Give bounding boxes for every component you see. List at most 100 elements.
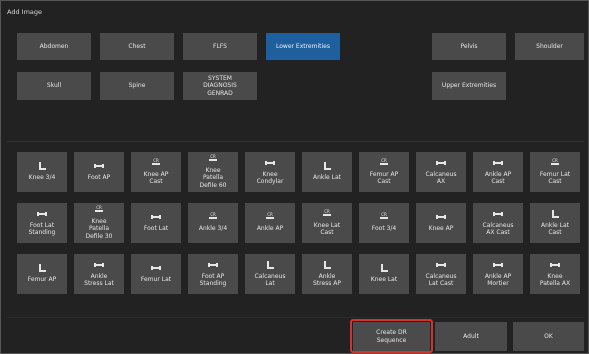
view-button[interactable]: Knee Patella AX bbox=[530, 254, 580, 294]
view-label: Knee AP bbox=[428, 225, 454, 233]
view-button[interactable]: Ankle Lat Cast bbox=[530, 203, 580, 243]
cr-cassette-icon: CR bbox=[551, 157, 559, 165]
view-button[interactable]: Knee Condylar bbox=[245, 152, 295, 192]
view-label: Calcaneus Lat bbox=[254, 272, 286, 287]
lateral-icon bbox=[35, 264, 49, 274]
lateral-icon bbox=[548, 209, 562, 220]
adult-button[interactable]: Adult bbox=[435, 322, 507, 351]
lateral-icon bbox=[320, 162, 334, 172]
table-icon bbox=[491, 261, 505, 271]
category-button-lower-extremities[interactable]: Lower Extremities bbox=[266, 33, 340, 60]
lateral-icon bbox=[35, 162, 49, 172]
lateral-icon bbox=[320, 260, 334, 271]
cr-cassette-icon: CR bbox=[380, 157, 388, 165]
view-button[interactable]: CR Knee Patella Defile 30 bbox=[74, 203, 124, 243]
view-label: Knee 3/4 bbox=[28, 174, 56, 182]
category-button-chest[interactable]: Chest bbox=[100, 33, 174, 60]
view-label: Calcaneus Lat Cast bbox=[425, 272, 457, 287]
view-button[interactable]: Ankle AP Cast bbox=[473, 152, 523, 192]
view-button[interactable]: CR Femur Lat Cast bbox=[530, 152, 580, 192]
view-button[interactable]: Foot AP bbox=[74, 152, 124, 192]
view-label: Knee Lat bbox=[370, 276, 398, 284]
cr-cassette-icon: CR bbox=[380, 212, 388, 220]
table-icon bbox=[263, 159, 277, 169]
view-button[interactable]: Knee AP bbox=[416, 203, 466, 243]
view-label: Femur AP bbox=[27, 276, 57, 284]
table-icon bbox=[491, 159, 505, 169]
view-label: Calcaneus AX bbox=[425, 170, 457, 185]
view-label: Femur Lat bbox=[140, 276, 172, 284]
view-button[interactable]: Femur Lat bbox=[131, 254, 181, 294]
view-button[interactable]: Ankle Lat bbox=[302, 152, 352, 192]
view-label: Ankle AP bbox=[256, 225, 284, 233]
table-icon bbox=[491, 210, 505, 220]
category-button-skull[interactable]: Skull bbox=[17, 72, 91, 100]
table-icon bbox=[434, 261, 448, 271]
footer-divider bbox=[7, 317, 584, 318]
view-label: Ankle AP Mortier bbox=[484, 272, 512, 287]
cr-cassette-icon: CR bbox=[266, 212, 274, 220]
view-label: Femur AP Cast bbox=[369, 170, 399, 185]
view-button[interactable]: CR Knee Patella Defile 60 bbox=[188, 152, 238, 192]
category-button-spine[interactable]: Spine bbox=[100, 72, 174, 100]
view-label: Foot AP Standing bbox=[199, 272, 227, 287]
view-button[interactable]: Foot Lat bbox=[131, 203, 181, 243]
table-icon bbox=[149, 264, 163, 274]
cr-cassette-icon: CR bbox=[95, 205, 103, 213]
view-label: Ankle Stress Lat bbox=[84, 272, 114, 287]
view-label: Ankle 3/4 bbox=[198, 225, 228, 233]
category-button-system-diagnosis-genrad[interactable]: SYSTEM DIAGNOSIS GENRAD bbox=[183, 72, 257, 100]
cr-cassette-icon: CR bbox=[209, 154, 217, 162]
view-button[interactable]: Knee Lat bbox=[359, 254, 409, 294]
view-button[interactable]: CR Ankle 3/4 bbox=[188, 203, 238, 243]
view-button[interactable]: Calcaneus Lat Cast bbox=[416, 254, 466, 294]
cr-cassette-icon: CR bbox=[152, 157, 160, 165]
table-icon bbox=[548, 261, 562, 271]
category-button-upper-extremities[interactable]: Upper Extremities bbox=[432, 72, 506, 100]
table-icon bbox=[434, 213, 448, 223]
view-label: Calcaneus AX Cast bbox=[482, 221, 514, 236]
view-button[interactable]: Femur AP bbox=[17, 254, 67, 294]
view-button[interactable]: Ankle Stress Lat bbox=[74, 254, 124, 294]
view-label: Ankle Lat Cast bbox=[540, 221, 570, 236]
view-label: Ankle Lat bbox=[312, 174, 342, 182]
category-button-flfs[interactable]: FLFS bbox=[183, 33, 257, 60]
table-icon bbox=[206, 261, 220, 271]
category-button-abdomen[interactable]: Abdomen bbox=[17, 33, 91, 60]
view-button[interactable]: Calcaneus AX Cast bbox=[473, 203, 523, 243]
table-icon bbox=[434, 159, 448, 169]
table-icon bbox=[149, 213, 163, 223]
view-label: Femur Lat Cast bbox=[539, 170, 571, 185]
view-label: Knee Patella AX bbox=[539, 272, 571, 287]
cr-cassette-icon: CR bbox=[323, 208, 331, 216]
view-button[interactable]: Calcaneus Lat bbox=[245, 254, 295, 294]
view-label: Foot Lat bbox=[143, 225, 169, 233]
table-icon bbox=[92, 261, 106, 271]
view-button[interactable]: CR Femur AP Cast bbox=[359, 152, 409, 192]
category-button-pelvis[interactable]: Pelvis bbox=[432, 33, 506, 60]
lateral-icon bbox=[263, 260, 277, 271]
view-button[interactable]: CR Foot 3/4 bbox=[359, 203, 409, 243]
view-button[interactable]: CR Ankle AP bbox=[245, 203, 295, 243]
cr-cassette-icon: CR bbox=[209, 212, 217, 220]
view-button[interactable]: CR Knee Lat Cast bbox=[302, 203, 352, 243]
create-dr-sequence-highlight bbox=[350, 319, 433, 353]
view-label: Knee Condylar bbox=[256, 170, 284, 185]
view-label: Knee Patella Defile 30 bbox=[85, 218, 113, 240]
view-button[interactable]: Ankle Stress AP bbox=[302, 254, 352, 294]
dialog-title: Add Image bbox=[7, 8, 43, 16]
view-button[interactable]: CR Knee AP Cast bbox=[131, 152, 181, 192]
view-button[interactable]: Foot Lat Standing bbox=[17, 203, 67, 243]
view-button[interactable]: Knee 3/4 bbox=[17, 152, 67, 192]
view-button[interactable]: Calcaneus AX bbox=[416, 152, 466, 192]
view-label: Ankle AP Cast bbox=[484, 170, 512, 185]
category-button-shoulder[interactable]: Shoulder bbox=[515, 33, 584, 60]
view-button[interactable]: Ankle AP Mortier bbox=[473, 254, 523, 294]
ok-button[interactable]: OK bbox=[513, 322, 584, 351]
view-label: Foot 3/4 bbox=[371, 225, 397, 233]
table-icon bbox=[92, 162, 106, 172]
view-label: Knee Patella Defile 60 bbox=[199, 167, 227, 189]
view-label: Knee Lat Cast bbox=[313, 221, 341, 236]
view-button[interactable]: Foot AP Standing bbox=[188, 254, 238, 294]
view-label: Foot Lat Standing bbox=[28, 221, 56, 236]
